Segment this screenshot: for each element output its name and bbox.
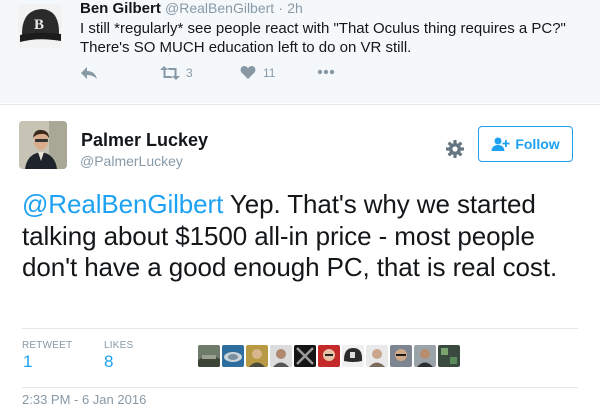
reply-arrow-icon — [81, 67, 97, 79]
likes-stat-label: LIKES — [104, 340, 134, 351]
likes-stat-value[interactable]: 8 — [104, 352, 113, 372]
tweet-timestamp[interactable]: 2:33 PM - 6 Jan 2016 — [22, 392, 146, 407]
cap-avatar-icon: B — [18, 4, 62, 48]
liker-avatar[interactable] — [438, 345, 460, 367]
author-name[interactable]: Ben Gilbert — [80, 0, 161, 17]
tweet-text: @RealBenGilbert Yep. That's why we start… — [22, 189, 587, 284]
liker-avatars — [198, 345, 460, 369]
follow-button[interactable]: Follow — [478, 126, 573, 162]
parent-tweet-line: There's SO MUCH education left to do on … — [80, 39, 412, 56]
liker-avatar[interactable] — [270, 345, 292, 367]
liker-avatar[interactable] — [318, 345, 340, 367]
profile-photo-icon — [19, 121, 67, 169]
gear-icon[interactable] — [445, 139, 465, 159]
retweet-stat-label: RETWEET — [22, 340, 73, 351]
focused-tweet: Palmer Luckey @PalmerLuckey Follow @Real… — [0, 104, 600, 420]
follow-label: Follow — [515, 136, 560, 152]
more-dots-icon — [317, 69, 335, 75]
liker-avatar[interactable] — [246, 345, 268, 367]
parent-tweet-text: I still *regularly* see people react wit… — [80, 19, 580, 57]
parent-tweet-line: I still *regularly* see people react wit… — [80, 20, 566, 37]
retweet-count: 3 — [186, 66, 193, 80]
like-count: 11 — [263, 65, 276, 80]
author-handle[interactable]: @PalmerLuckey — [80, 153, 183, 169]
tweet-stats: RETWEET 1 LIKES 8 — [22, 328, 578, 388]
liker-avatar[interactable] — [390, 345, 412, 367]
liker-avatar[interactable] — [222, 345, 244, 367]
mention-link[interactable]: @RealBenGilbert — [22, 189, 223, 219]
parent-tweet[interactable]: B Ben Gilbert @RealBenGilbert · 2h I sti… — [0, 0, 600, 103]
tweet-time[interactable]: 2h — [287, 0, 303, 16]
liker-avatar[interactable] — [366, 345, 388, 367]
retweet-icon — [160, 66, 180, 80]
separator: · — [278, 0, 284, 16]
liker-avatar[interactable] — [414, 345, 436, 367]
avatar[interactable] — [19, 121, 67, 169]
author-handle[interactable]: @RealBenGilbert — [165, 0, 274, 16]
liker-avatar[interactable] — [294, 345, 316, 367]
retweet-stat-value[interactable]: 1 — [23, 352, 32, 372]
tweet-actions: 3 11 — [80, 65, 380, 85]
parent-tweet-header: Ben Gilbert @RealBenGilbert · 2h — [80, 0, 303, 17]
avatar-letter: B — [34, 17, 44, 33]
avatar[interactable]: B — [18, 4, 62, 48]
heart-icon — [240, 66, 256, 79]
liker-avatar[interactable] — [342, 345, 364, 367]
liker-avatar[interactable] — [198, 345, 220, 367]
more-button[interactable] — [317, 68, 335, 76]
like-button[interactable]: 11 — [240, 65, 275, 80]
retweet-button[interactable]: 3 — [160, 65, 193, 81]
add-user-icon — [491, 137, 510, 151]
reply-button[interactable] — [80, 65, 98, 81]
author-name[interactable]: Palmer Luckey — [81, 130, 208, 151]
